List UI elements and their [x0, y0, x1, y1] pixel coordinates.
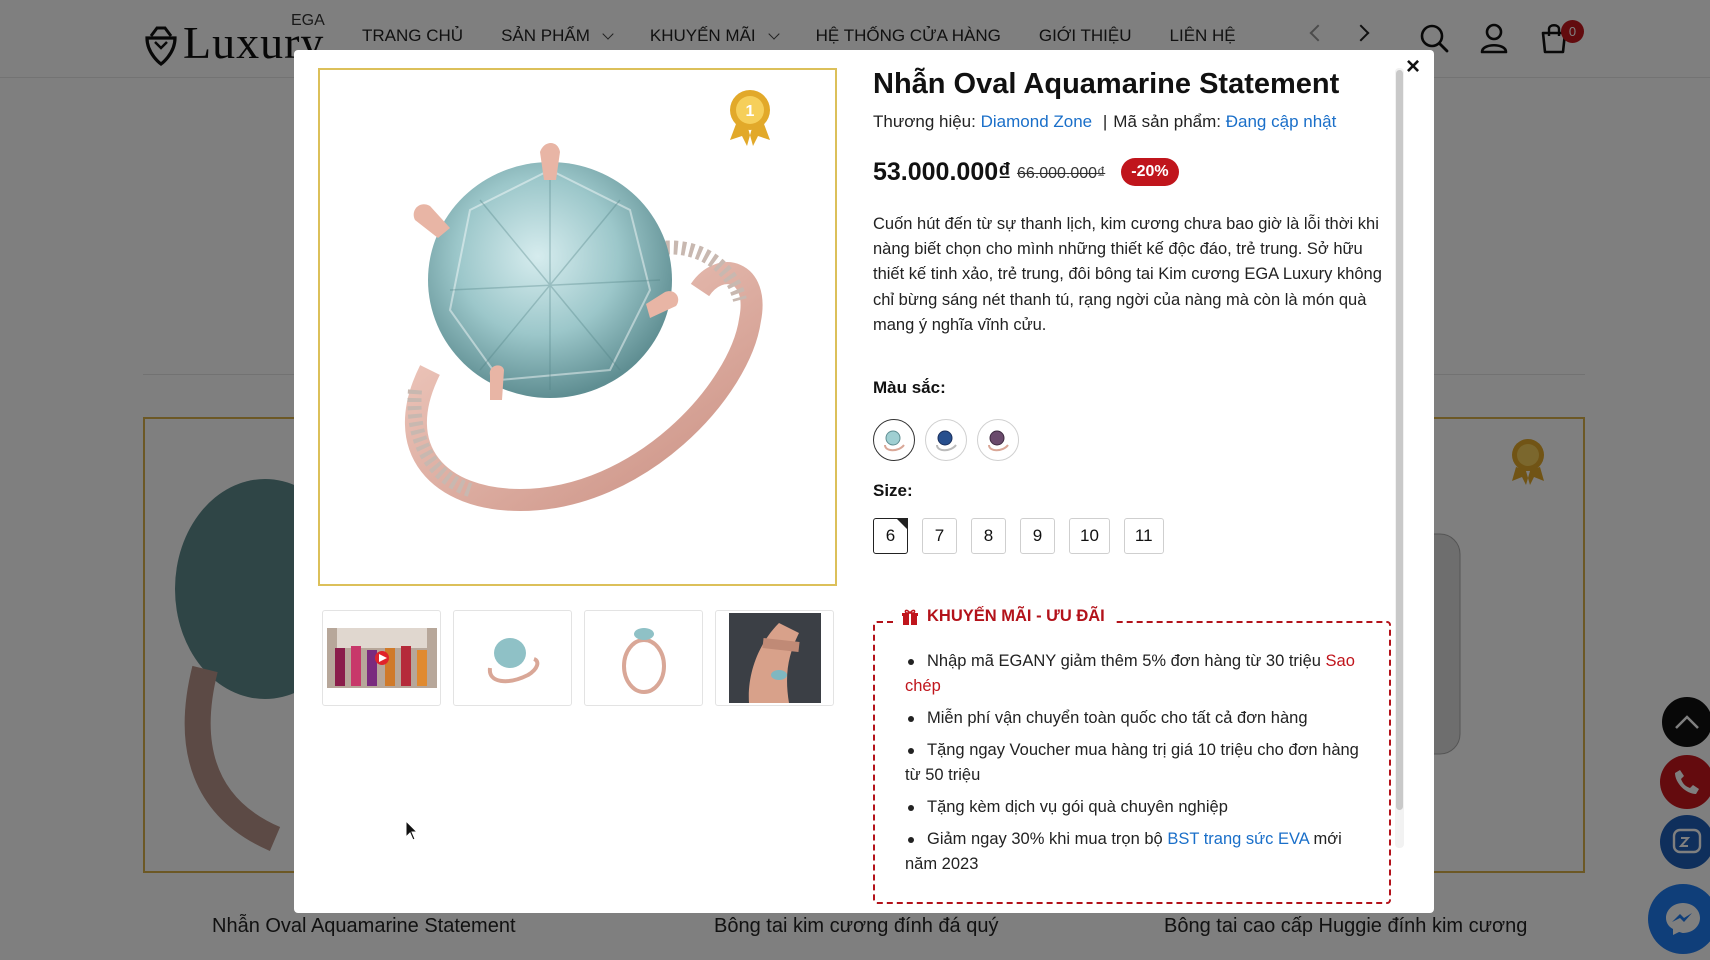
- thumbnail-ring-side[interactable]: [584, 610, 703, 706]
- size-options: 6 7 8 9 10 11: [873, 518, 1164, 554]
- promotion-header: KHUYẾN MÃI - ƯU ĐÃI: [897, 607, 1115, 626]
- size-label: Size:: [873, 481, 913, 500]
- thumbnail-list: [322, 610, 834, 706]
- old-price: 66.000.000₫: [1016, 165, 1106, 182]
- thumbnail-on-hand[interactable]: [715, 610, 834, 706]
- ring-on-hand-thumbnail-image: [728, 613, 821, 703]
- scrollbar-thumb[interactable]: [1396, 70, 1403, 810]
- size-option-6[interactable]: 6: [873, 518, 908, 554]
- current-price: 53.000.000₫: [873, 157, 1011, 186]
- ring-aquamarine-icon: [884, 430, 905, 452]
- color-swatches: [873, 419, 1019, 461]
- thumbnail-ring-top[interactable]: [453, 610, 572, 706]
- video-thumbnail-image: [326, 628, 437, 688]
- ring-amethyst-icon: [988, 430, 1009, 452]
- color-label: Màu sắc:: [873, 378, 946, 397]
- product-description: Cuốn hút đến từ sự thanh lịch, kim cương…: [873, 215, 1382, 334]
- sku-value: Đang cập nhật: [1225, 112, 1337, 131]
- product-info: Nhẫn Oval Aquamarine Statement Thương hi…: [873, 64, 1393, 554]
- color-swatch-amethyst[interactable]: [977, 419, 1019, 461]
- meta-separator: |: [1102, 112, 1108, 131]
- promotion-list: Nhập mã EGANY giảm thêm 5% đơn hàng từ 3…: [905, 649, 1375, 884]
- color-swatch-aquamarine[interactable]: [873, 419, 915, 461]
- ring-side-thumbnail-image: [621, 628, 666, 694]
- gift-icon: [902, 609, 918, 625]
- ring-sapphire-icon: [936, 430, 957, 452]
- size-option-9[interactable]: 9: [1020, 518, 1055, 554]
- collection-link[interactable]: BST trang sức EVA: [1167, 830, 1309, 848]
- size-option-8[interactable]: 8: [971, 518, 1006, 554]
- quick-view-modal: × 1 Nhẫn Oval Aquamarine Statement Thươn…: [294, 50, 1434, 913]
- price-row: 53.000.000₫ 66.000.000₫ -20%: [873, 156, 1393, 188]
- brand-link[interactable]: Diamond Zone: [981, 112, 1093, 131]
- promotion-text: Miễn phí vận chuyển toàn quốc cho tất cả…: [927, 709, 1308, 727]
- promotion-text: Nhập mã EGANY giảm thêm 5% đơn hàng từ 3…: [927, 652, 1321, 670]
- discount-badge: -20%: [1121, 158, 1179, 186]
- modal-scrollbar[interactable]: [1395, 68, 1404, 848]
- size-option-11[interactable]: 11: [1123, 518, 1164, 554]
- product-title: Nhẫn Oval Aquamarine Statement: [873, 68, 1340, 100]
- thumbnail-video[interactable]: [322, 610, 441, 706]
- size-option-10[interactable]: 10: [1069, 518, 1110, 554]
- color-swatch-sapphire[interactable]: [925, 419, 967, 461]
- ring-image: 1: [404, 90, 770, 512]
- size-option-7[interactable]: 7: [922, 518, 957, 554]
- mouse-cursor-icon: [405, 820, 419, 841]
- svg-text:1: 1: [746, 103, 755, 120]
- promotion-text: Giảm ngay 30% khi mua trọn bộ: [927, 830, 1163, 848]
- promotion-title: KHUYẾN MÃI - ƯU ĐÃI: [927, 607, 1105, 625]
- promotion-item: Miễn phí vận chuyển toàn quốc cho tất cả…: [905, 706, 1375, 731]
- main-product-image[interactable]: 1: [318, 68, 837, 586]
- promotion-box: KHUYẾN MÃI - ƯU ĐÃI Nhập mã EGANY giảm t…: [873, 607, 1391, 904]
- promotion-item: Giảm ngay 30% khi mua trọn bộ BST trang …: [905, 827, 1375, 877]
- promotion-item: Tặng kèm dịch vụ gói quà chuyên nghiệp: [905, 795, 1375, 820]
- product-meta: Thương hiệu: Diamond Zone | Mã sản phẩm: …: [873, 110, 1393, 134]
- sku-label: Mã sản phẩm:: [1113, 112, 1222, 131]
- promotion-item: Nhập mã EGANY giảm thêm 5% đơn hàng từ 3…: [905, 649, 1375, 699]
- ring-top-thumbnail-image: [487, 638, 539, 684]
- promotion-text: Tặng ngay Voucher mua hàng trị giá 10 tr…: [905, 741, 1359, 784]
- promotion-text: Tặng kèm dịch vụ gói quà chuyên nghiệp: [927, 798, 1228, 816]
- brand-label: Thương hiệu:: [873, 112, 976, 131]
- promotion-item: Tặng ngay Voucher mua hàng trị giá 10 tr…: [905, 738, 1375, 788]
